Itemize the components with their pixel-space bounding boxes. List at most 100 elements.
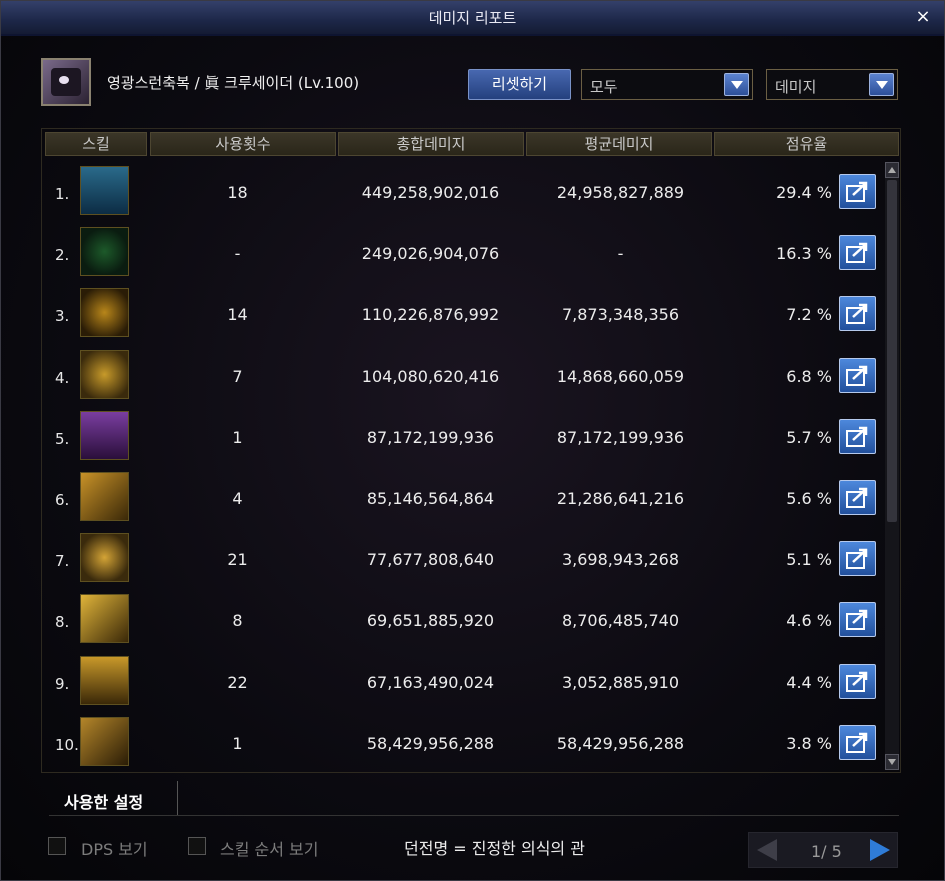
table-row: 3. 14 110,226,876,992 7,873,348,356 7.2 % (42, 282, 887, 343)
window-title: 데미지 리포트 (428, 9, 517, 27)
dps-label: DPS 보기 (81, 840, 148, 859)
divider (49, 815, 899, 816)
row-avg-damage: 58,429,956,288 (556, 733, 685, 753)
row-uses: - (234, 244, 241, 264)
dungeon-name: 던전명 = 진정한 의식의 관 (404, 839, 585, 858)
row-avg-damage: 8,706,485,740 (561, 611, 680, 631)
row-rank: 4. (55, 368, 70, 387)
skill-order-checkbox[interactable] (188, 837, 206, 855)
row-share: 29.4 % (776, 183, 832, 202)
skill-icon (80, 410, 129, 460)
chevron-down-icon[interactable] (869, 73, 894, 96)
table-row: 4. 7 104,080,620,416 14,868,660,059 6.8 % (42, 344, 887, 405)
row-share: 5.6 % (786, 489, 832, 508)
skill-icon (80, 166, 129, 215)
skill-icon (80, 533, 129, 583)
row-share: 5.1 % (786, 550, 832, 570)
export-detail-icon[interactable] (839, 174, 876, 209)
scrollbar[interactable] (885, 162, 899, 770)
character-name: 영광스런축복 / 眞 크루세이더 (Lv.100) (107, 74, 360, 92)
header-total-damage: 총합데미지 (338, 132, 524, 156)
table-row: 5. 1 87,172,199,936 87,172,199,936 5.7 % (42, 405, 887, 466)
export-detail-icon[interactable] (839, 418, 876, 454)
row-total-damage: 110,226,876,992 (361, 305, 500, 325)
row-avg-damage: 24,958,827,889 (556, 183, 685, 202)
row-avg-damage: 14,868,660,059 (556, 366, 685, 386)
row-share: 4.6 % (786, 611, 832, 631)
header-share: 점유율 (714, 132, 899, 156)
row-uses: 8 (232, 611, 243, 631)
row-uses: 14 (227, 305, 248, 325)
skill-filter-dropdown[interactable]: 모두 (581, 69, 753, 100)
row-avg-damage: 3,052,885,910 (561, 672, 680, 692)
row-rank: 3. (55, 307, 70, 326)
pager: 1/ 5 (748, 832, 898, 868)
header-skill: 스킬 (45, 132, 147, 156)
row-avg-damage: 3,698,943,268 (561, 550, 680, 570)
row-share: 5.7 % (786, 427, 832, 447)
row-avg-damage: 87,172,199,936 (556, 427, 685, 447)
page-indicator: 1/ 5 (811, 842, 842, 861)
row-rank: 5. (55, 429, 70, 448)
table-header-row: 스킬 사용횟수 총합데미지 평균데미지 점유율 (42, 129, 900, 159)
export-detail-icon[interactable] (839, 235, 876, 271)
skill-icon (80, 288, 129, 338)
export-detail-icon[interactable] (839, 480, 876, 515)
skill-damage-table: 스킬 사용횟수 총합데미지 평균데미지 점유율 1. 18 449,258,902,… (41, 128, 901, 773)
row-uses: 1 (232, 733, 243, 753)
row-total-damage: 87,172,199,936 (366, 427, 495, 447)
skill-order-label: 스킬 순서 보기 (220, 840, 319, 859)
header-uses: 사용횟수 (150, 132, 336, 156)
skill-icon (80, 472, 129, 521)
export-detail-icon[interactable] (839, 602, 876, 638)
prev-page-icon[interactable] (757, 839, 777, 861)
row-uses: 1 (232, 427, 243, 447)
close-icon[interactable]: × (914, 8, 932, 26)
row-total-damage: 85,146,564,864 (366, 489, 495, 508)
reset-button[interactable]: 리셋하기 (468, 69, 571, 100)
export-detail-icon[interactable] (839, 357, 876, 393)
skill-icon (80, 227, 129, 277)
row-total-damage: 58,429,956,288 (366, 733, 495, 753)
export-detail-icon[interactable] (839, 724, 876, 760)
row-rank: 7. (55, 552, 70, 571)
metric-value: 데미지 (775, 78, 817, 96)
skill-icon (80, 655, 129, 705)
row-rank: 1. (55, 185, 70, 203)
skill-icon (80, 594, 129, 644)
skill-icon (80, 716, 129, 766)
tab-used-settings-label: 사용한 설정 (64, 793, 144, 812)
row-rank: 8. (55, 613, 70, 632)
scroll-thumb[interactable] (887, 180, 897, 522)
export-detail-icon[interactable] (839, 663, 876, 699)
row-uses: 22 (227, 672, 248, 692)
scroll-up-icon[interactable] (885, 162, 899, 178)
metric-dropdown[interactable]: 데미지 (766, 69, 898, 100)
table-row: 9. 22 67,163,490,024 3,052,885,910 4.4 % (42, 650, 887, 711)
row-total-damage: 249,026,904,076 (361, 244, 500, 264)
row-share: 3.8 % (786, 733, 832, 753)
row-total-damage: 104,080,620,416 (361, 366, 500, 386)
scroll-down-icon[interactable] (885, 754, 899, 770)
row-total-damage: 67,163,490,024 (366, 672, 495, 692)
row-uses: 21 (227, 550, 248, 570)
table-row: 1. 18 449,258,902,016 24,958,827,889 29.4 % (42, 160, 887, 221)
tab-used-settings[interactable]: 사용한 설정 (49, 781, 178, 815)
skill-icon (80, 349, 129, 399)
export-detail-icon[interactable] (839, 296, 876, 332)
table-row: 7. 21 77,677,808,640 3,698,943,268 5.1 % (42, 527, 887, 588)
row-total-damage: 77,677,808,640 (366, 550, 495, 570)
row-share: 7.2 % (786, 305, 832, 325)
table-row: 10. 1 58,429,956,288 58,429,956,288 3.8 % (42, 711, 887, 772)
row-rank: 2. (55, 246, 70, 265)
table-row: 8. 8 69,651,885,920 8,706,485,740 4.6 % (42, 588, 887, 649)
dps-checkbox[interactable] (48, 837, 66, 855)
row-share: 4.4 % (786, 672, 832, 692)
title-bar[interactable]: 데미지 리포트 × (1, 1, 944, 36)
row-uses: 18 (227, 183, 248, 202)
export-detail-icon[interactable] (839, 541, 876, 577)
chevron-down-icon[interactable] (724, 73, 749, 96)
next-page-icon[interactable] (870, 839, 890, 861)
row-total-damage: 69,651,885,920 (366, 611, 495, 631)
row-share: 6.8 % (786, 366, 832, 386)
